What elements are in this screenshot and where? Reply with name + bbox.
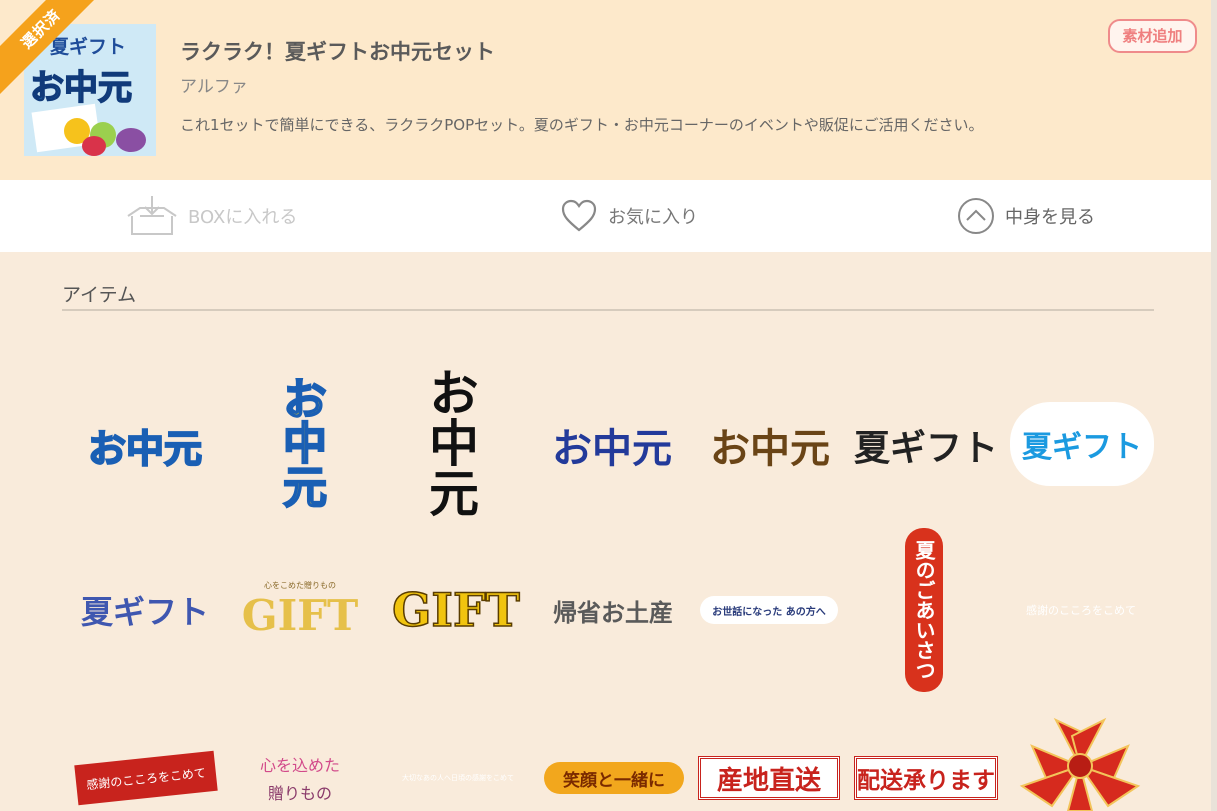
item-text: 夏ギフト <box>1022 430 1142 465</box>
item-tile[interactable]: 産地直送 <box>698 756 840 800</box>
item-text: 感謝のこころをこめて <box>85 765 207 792</box>
thumbnail-line2: お中元 <box>29 67 133 109</box>
ribbon-bow-icon <box>1019 717 1141 811</box>
section-title: アイテム <box>62 284 137 306</box>
item-tile[interactable]: 笑顔と一緒に <box>544 762 684 794</box>
item-text: 夏ギフト <box>80 593 209 631</box>
item-text: GIFT <box>391 582 520 638</box>
item-tile[interactable]: 配送承ります <box>854 756 998 800</box>
box-button[interactable]: BOXに入れる <box>126 180 297 252</box>
set-header: 選択済 夏ギフト お中元 ラクラク！夏ギフトお中元セット アルファ これ1セット… <box>0 0 1217 180</box>
ribbon-bow-tile[interactable] <box>1012 716 1148 811</box>
item-tile[interactable]: 帰省お土産 <box>540 585 686 635</box>
item-text: お中元 <box>552 426 672 472</box>
add-material-button[interactable]: 素材追加 <box>1108 19 1197 53</box>
item-text: 感謝のこころをこめて <box>1026 604 1136 617</box>
view-contents-button[interactable]: 中身を見る <box>957 180 1095 252</box>
item-tile[interactable]: お中元 <box>540 405 684 485</box>
favorite-button[interactable]: お気に入り <box>560 180 698 252</box>
item-tile[interactable]: 夏ギフト <box>70 575 220 645</box>
item-tile[interactable]: 心を込めた 贈りもの <box>230 748 370 808</box>
item-tile[interactable]: 心をこめた贈りもの GIFT <box>230 575 370 645</box>
item-text: 産地直送 <box>716 765 821 796</box>
scrollbar[interactable] <box>1211 0 1217 811</box>
grape-icon <box>116 128 146 152</box>
item-tile[interactable]: お中元 <box>698 405 842 485</box>
item-tile[interactable]: お世話になった あの方へ <box>700 596 838 624</box>
view-contents-label: 中身を見る <box>1005 207 1095 228</box>
peach-icon <box>82 136 106 156</box>
item-text: お世話になった あの方へ <box>712 606 826 618</box>
item-tile[interactable]: 感謝のこころをこめて <box>74 750 218 806</box>
item-text: 夏のごあいさつ <box>912 540 936 680</box>
box-icon <box>126 194 178 238</box>
set-description: これ1セットで簡単にできる、ラクラクPOPセット。夏のギフト・お中元コーナーのイ… <box>180 116 984 134</box>
item-tile[interactable]: GIFT <box>384 575 528 645</box>
item-tile[interactable]: 夏のごあいさつ <box>905 528 943 692</box>
item-text: お中元 <box>710 425 830 472</box>
box-button-label: BOXに入れる <box>188 207 298 228</box>
item-tile[interactable]: お中元 <box>412 356 488 528</box>
item-subtext: 心をこめた贈りもの <box>264 581 336 590</box>
item-text: お中元 <box>421 367 479 517</box>
set-title: ラクラク！夏ギフトお中元セット <box>180 40 495 64</box>
item-text: 大切なあの人へ日頃の感謝をこめて <box>402 774 514 782</box>
item-text: 帰省お土産 <box>553 598 673 627</box>
heart-icon <box>560 199 598 233</box>
item-tile[interactable]: 感謝のこころをこめて <box>1008 596 1154 624</box>
set-author[interactable]: アルファ <box>180 72 248 97</box>
item-tile[interactable]: 大切なあの人へ日頃の感謝をこめて <box>386 768 530 788</box>
action-bar: BOXに入れる お気に入り 中身を見る <box>0 180 1217 252</box>
section-divider <box>62 309 1154 311</box>
chevron-up-icon <box>957 197 995 235</box>
item-text: 笑顔と一緒に <box>563 770 665 791</box>
item-text: 配送承ります <box>857 767 995 794</box>
favorite-button-label: お気に入り <box>608 207 698 228</box>
item-text: GIFT <box>241 591 359 640</box>
item-tile[interactable]: 夏ギフト <box>1010 402 1154 486</box>
item-subtext: 贈りもの <box>267 784 332 803</box>
item-tile[interactable]: お中元 <box>262 356 338 528</box>
item-tile[interactable]: お中元 <box>72 400 218 490</box>
item-text: 夏ギフト <box>854 427 999 469</box>
thumbnail-line1: 夏ギフト <box>50 36 127 58</box>
item-tile[interactable]: 夏ギフト <box>854 405 998 485</box>
item-text: お中元 <box>274 375 327 509</box>
item-text: お中元 <box>87 426 203 472</box>
item-text: 心を込めた <box>259 756 340 775</box>
